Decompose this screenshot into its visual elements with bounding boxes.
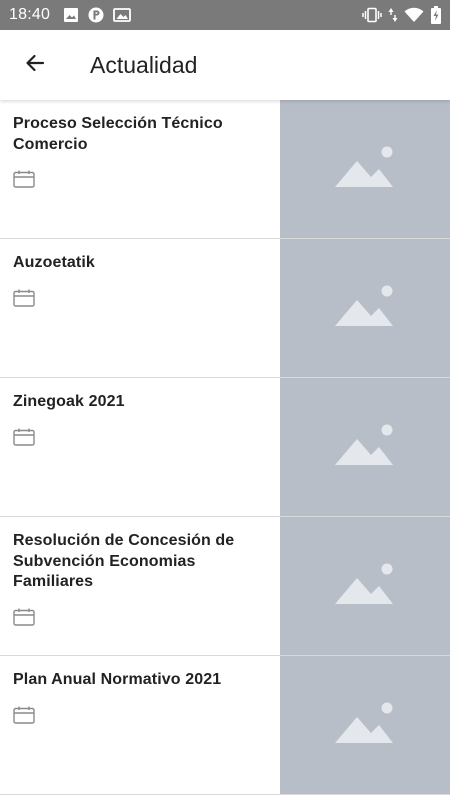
image-placeholder-icon: [335, 145, 395, 194]
news-title: Plan Anual Normativo 2021: [13, 671, 222, 688]
parking-icon: [88, 7, 104, 23]
calendar-icon: [13, 170, 267, 193]
news-text: Plan Anual Normativo 2021: [0, 656, 280, 794]
news-text: Auzoetatik: [0, 239, 280, 377]
app-bar: Actualidad: [0, 30, 450, 100]
arrow-left-icon: [23, 51, 47, 80]
news-text: Resolución de Concesión de Subvención Ec…: [0, 517, 280, 655]
image-placeholder-icon: [335, 284, 395, 333]
vibrate-icon: [362, 7, 382, 23]
image-placeholder-icon: [335, 701, 395, 750]
wifi-icon: [404, 7, 424, 23]
news-list: Proceso Selección Técnico Comercio Auzoe…: [0, 100, 450, 795]
list-item[interactable]: Proceso Selección Técnico Comercio: [0, 100, 450, 239]
back-button[interactable]: [0, 30, 70, 100]
status-time: 18:40: [9, 6, 51, 23]
news-title: Zinegoak 2021: [13, 393, 125, 410]
calendar-icon: [13, 706, 267, 729]
list-item[interactable]: Auzoetatik: [0, 239, 450, 378]
list-item[interactable]: Zinegoak 2021: [0, 378, 450, 517]
calendar-icon: [13, 608, 267, 631]
status-bar: 18:40: [0, 0, 450, 30]
news-title: Resolución de Concesión de Subvención Ec…: [13, 532, 235, 590]
image-placeholder-icon: [335, 423, 395, 472]
calendar-icon: [13, 428, 267, 451]
data-arrows-icon: [388, 7, 398, 23]
news-title: Auzoetatik: [13, 254, 95, 271]
photo-icon: [113, 7, 131, 23]
battery-charging-icon: [430, 6, 442, 24]
news-thumbnail: [280, 517, 450, 655]
news-text: Zinegoak 2021: [0, 378, 280, 516]
news-thumbnail: [280, 100, 450, 238]
page-title: Actualidad: [90, 51, 198, 78]
news-thumbnail: [280, 239, 450, 377]
status-right-icons: [362, 6, 442, 24]
list-item[interactable]: Resolución de Concesión de Subvención Ec…: [0, 517, 450, 656]
calendar-icon: [13, 289, 267, 312]
image-icon: [63, 7, 79, 23]
news-thumbnail: [280, 656, 450, 794]
image-placeholder-icon: [335, 562, 395, 611]
status-left-icons: [63, 7, 131, 23]
news-thumbnail: [280, 378, 450, 516]
list-item[interactable]: Plan Anual Normativo 2021: [0, 656, 450, 795]
news-text: Proceso Selección Técnico Comercio: [0, 100, 280, 238]
news-title: Proceso Selección Técnico Comercio: [13, 115, 223, 153]
